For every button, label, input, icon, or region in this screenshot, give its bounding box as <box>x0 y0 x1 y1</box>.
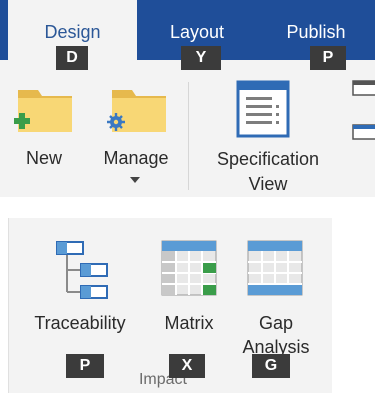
matrix-icon <box>161 240 217 296</box>
matrix-label: Matrix <box>164 313 214 333</box>
new-button[interactable]: New <box>8 78 80 188</box>
traceability-icon <box>56 241 108 299</box>
tab-publish-label: Publish <box>286 22 346 42</box>
impact-group: Traceability Matrix Gap Analysis Impact … <box>8 218 332 393</box>
keytip-design: D <box>56 46 88 70</box>
keytip-publish: P <box>310 46 346 70</box>
keytip-gap-analysis: G <box>252 354 290 378</box>
small-window-icon-2[interactable] <box>352 124 375 140</box>
gap-analysis-icon <box>247 240 303 296</box>
gap-analysis-button[interactable]: Gap Analysis <box>233 234 319 364</box>
chevron-down-icon <box>130 177 140 183</box>
specification-view-button[interactable]: Specification View <box>198 78 338 196</box>
traceability-label: Traceability <box>34 313 126 333</box>
matrix-button[interactable]: Matrix <box>149 234 229 344</box>
tab-design-label: Design <box>44 22 101 42</box>
manage-label: Manage <box>103 148 169 168</box>
keytip-traceability: P <box>66 354 104 378</box>
ribbon-top: Design Layout Publish D Y P New Manage S… <box>0 0 375 197</box>
keytip-matrix: X <box>169 354 205 378</box>
gap-label-line1: Gap <box>258 313 294 333</box>
traceability-button[interactable]: Traceability <box>15 234 145 344</box>
manage-button[interactable]: Manage <box>90 78 182 193</box>
tab-layout-label: Layout <box>169 22 225 42</box>
new-label: New <box>25 148 62 168</box>
specification-view-icon <box>236 80 290 138</box>
new-folder-icon <box>14 90 72 132</box>
specification-label-line1: Specification <box>216 149 320 169</box>
keytip-layout: Y <box>181 46 221 70</box>
specification-label-line2: View <box>248 174 288 194</box>
small-window-icon[interactable] <box>352 80 375 96</box>
manage-folder-icon <box>107 90 166 132</box>
gap-strip <box>0 197 375 218</box>
group-separator <box>188 82 189 190</box>
